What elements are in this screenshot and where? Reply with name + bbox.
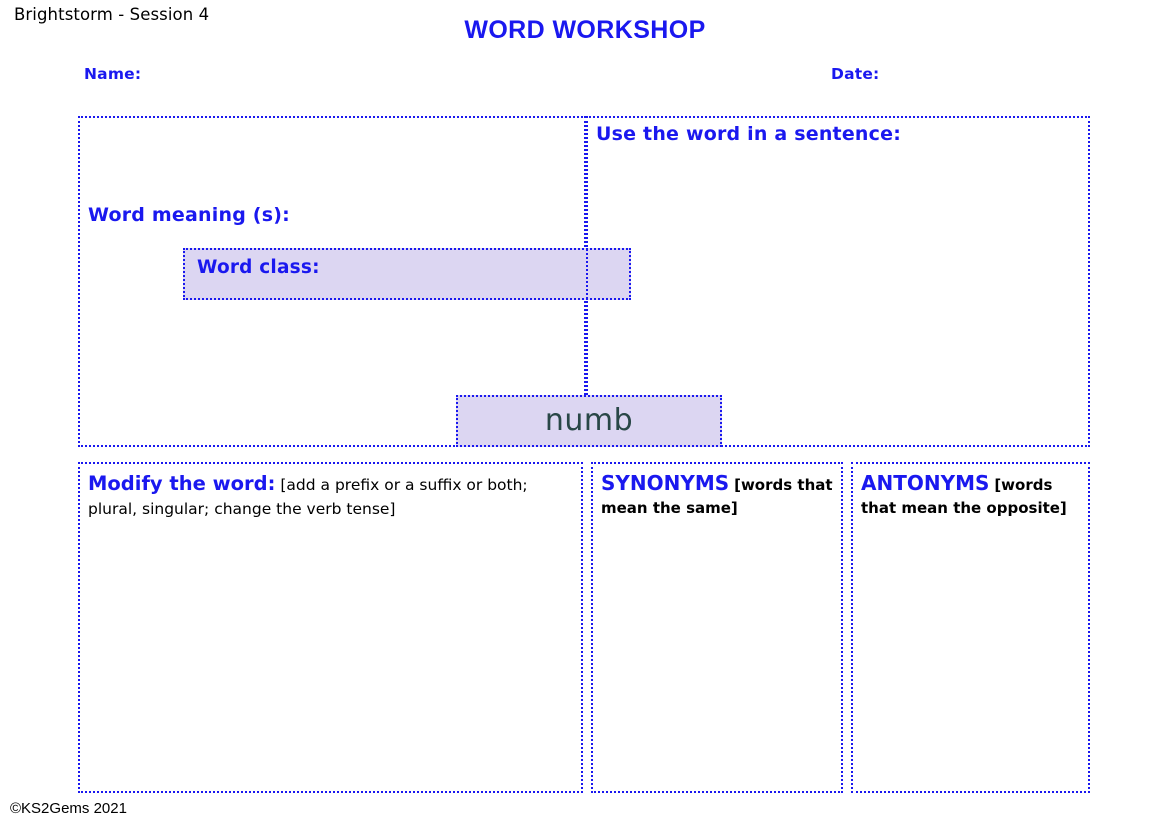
worksheet-page: Brightstorm - Session 4 WORD WORKSHOP Na…: [0, 0, 1170, 827]
copyright-credit: ©KS2Gems 2021: [10, 800, 127, 817]
sentence-label: Use the word in a sentence:: [596, 123, 901, 145]
name-field-label: Name:: [84, 65, 141, 83]
modify-word-instructions: Modify the word: [add a prefix or a suff…: [88, 470, 575, 520]
focus-word-box[interactable]: numb: [456, 395, 722, 447]
word-class-label: Word class:: [197, 257, 320, 278]
antonyms-instructions: ANTONYMS [words that mean the opposite]: [861, 469, 1082, 520]
modify-word-panel[interactable]: Modify the word: [add a prefix or a suff…: [78, 462, 583, 793]
synonyms-label: SYNONYMS: [601, 471, 729, 495]
date-field-label: Date:: [831, 65, 879, 83]
antonyms-label: ANTONYMS: [861, 471, 989, 495]
word-meaning-label: Word meaning (s):: [88, 204, 290, 226]
focus-word-text: numb: [458, 397, 720, 445]
word-class-box[interactable]: Word class:: [183, 248, 631, 300]
antonyms-panel[interactable]: ANTONYMS [words that mean the opposite]: [851, 462, 1090, 793]
synonyms-instructions: SYNONYMS [words that mean the same]: [601, 469, 835, 520]
page-title: WORD WORKSHOP: [0, 16, 1170, 45]
synonyms-panel[interactable]: SYNONYMS [words that mean the same]: [591, 462, 843, 793]
modify-word-label: Modify the word:: [88, 472, 275, 495]
